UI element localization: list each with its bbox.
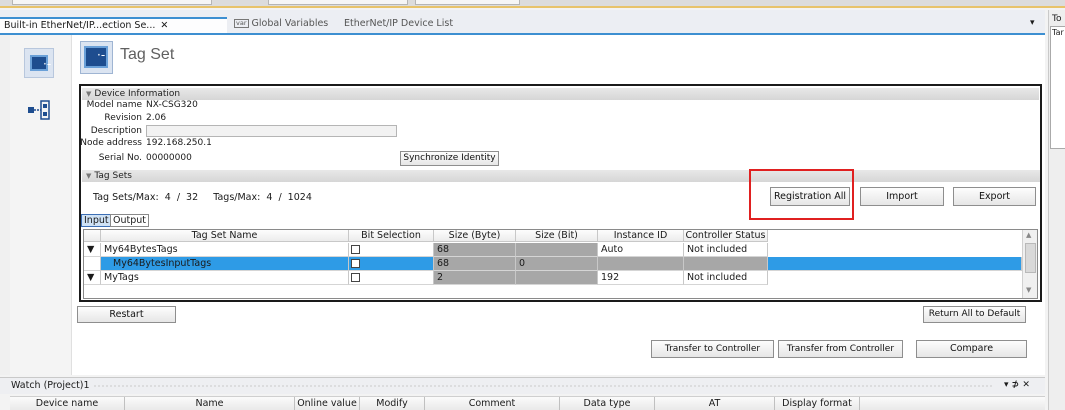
tag-set-nav-icon[interactable] [24, 48, 54, 78]
tag-set-name-cell[interactable]: My64BytesTags [101, 243, 349, 257]
tag-sets-header[interactable]: ▼ Tag Sets [82, 170, 1040, 182]
bit-selection-cell[interactable] [349, 257, 434, 271]
toolbar-segment [12, 0, 212, 5]
table-scrollbar[interactable]: ▲ ▼ [1022, 230, 1037, 298]
size-byte-cell: 2 [434, 271, 516, 285]
serial-value: 00000000 [146, 153, 192, 163]
collapse-icon: ▼ [86, 90, 92, 98]
right-pane-list[interactable]: Tar [1050, 26, 1065, 149]
node-address-label: Node address [80, 138, 142, 148]
scroll-down-icon[interactable]: ▼ [1026, 286, 1031, 294]
transfer-to-controller-button[interactable]: Transfer to Controller [651, 340, 774, 358]
toolbar-segment [415, 0, 520, 5]
compare-button[interactable]: Compare [916, 340, 1027, 358]
tab-builtin-ethernet-ip[interactable]: Built-in EtherNet/IP...ection Se... ✕ [0, 17, 227, 34]
bit-selection-checkbox[interactable] [351, 245, 360, 254]
row-fill [768, 257, 1022, 271]
transfer-from-controller-button[interactable]: Transfer from Controller [778, 340, 903, 358]
tab-input[interactable]: Input [81, 214, 112, 227]
controller-status-cell: Not included [684, 271, 768, 285]
expand-toggle[interactable]: ▼ [84, 271, 101, 285]
description-field[interactable] [146, 125, 397, 137]
column-header-tag-set-name[interactable]: Tag Set Name [101, 230, 349, 242]
watch-col-name[interactable]: Name [125, 397, 295, 410]
revision-value: 2.06 [146, 113, 167, 123]
connection-nav-icon[interactable] [24, 95, 54, 125]
tab-ethernet-ip-device-list[interactable]: EtherNet/IP Device List [340, 17, 457, 34]
right-pane-sub: Tar [1052, 28, 1064, 37]
tab-output[interactable]: Output [110, 214, 149, 227]
watch-col-online-value[interactable]: Online value [295, 397, 360, 410]
tag-sets-summary: Tag Sets/Max: 4 / 32 Tags/Max: 4 / 1024 [93, 192, 312, 203]
size-byte-cell: 68 [434, 243, 516, 257]
node-address-value: 192.168.250.1 [146, 138, 212, 148]
serial-label: Serial No. [98, 153, 142, 163]
instance-id-cell[interactable]: Auto [598, 243, 684, 257]
right-pane: To Tar [1048, 10, 1065, 410]
import-button[interactable]: Import [860, 187, 944, 206]
left-navigation [10, 35, 72, 375]
collapse-icon: ▼ [86, 172, 92, 180]
revision-label: Revision [104, 113, 142, 123]
watch-col-comment[interactable]: Comment [425, 397, 560, 410]
column-header-expander [84, 230, 101, 242]
bit-selection-cell[interactable] [349, 271, 434, 285]
highlight-box [749, 169, 854, 220]
model-name-label: Model name [86, 100, 142, 110]
restart-button[interactable]: Restart [77, 306, 176, 323]
column-header-controller-status[interactable]: Controller Status [684, 230, 768, 242]
tag-set-name-cell[interactable]: My64BytesInputTags [101, 257, 349, 271]
tab-menu-dropdown-icon[interactable]: ▾ [1030, 18, 1035, 28]
bit-selection-checkbox[interactable] [351, 259, 360, 268]
right-pane-title: To [1052, 14, 1062, 24]
bit-selection-checkbox[interactable] [351, 273, 360, 282]
size-bit-cell: 0 [516, 257, 598, 271]
watch-col-modify[interactable]: Modify [360, 397, 425, 410]
column-header-size-bit[interactable]: Size (Bit) [516, 230, 598, 242]
expand-toggle[interactable]: ▼ [84, 243, 101, 257]
connection-icon [28, 100, 50, 120]
size-bit-cell [516, 271, 598, 285]
controller-status-cell: Not included [684, 243, 768, 257]
export-button[interactable]: Export [953, 187, 1036, 206]
size-byte-cell: 68 [434, 257, 516, 271]
column-header-bit-selection[interactable]: Bit Selection [349, 230, 434, 242]
return-all-to-default-button[interactable]: Return All to Default [923, 306, 1026, 323]
tag-set-header-icon [80, 41, 113, 74]
left-edge-panel [0, 35, 10, 375]
scrollbar-thumb[interactable] [1025, 243, 1036, 273]
column-header-instance-id[interactable]: Instance ID [598, 230, 684, 242]
watch-col-device-name[interactable]: Device name [10, 397, 125, 410]
column-header-size-byte[interactable]: Size (Byte) [434, 230, 516, 242]
tag-set-table: Tag Set Name Bit Selection Size (Byte) S… [83, 229, 1038, 299]
watch-col-display-format[interactable]: Display format [775, 397, 860, 410]
scroll-up-icon[interactable]: ▲ [1026, 231, 1031, 239]
watch-column-headers: Device name Name Online value Modify Com… [10, 396, 1045, 410]
tag-set-icon [30, 55, 51, 71]
watch-col-at[interactable]: AT [655, 397, 775, 410]
watch-pane-controls[interactable]: ▾ ⊅ ✕ [1004, 380, 1030, 390]
instance-id-cell[interactable]: 192 [598, 271, 684, 285]
close-icon[interactable]: ✕ [160, 20, 168, 31]
top-toolbar-strip [0, 0, 1065, 8]
expand-toggle [84, 257, 101, 271]
var-icon: var [234, 19, 249, 28]
synchronize-identity-button[interactable]: Synchronize Identity [400, 151, 499, 166]
toolbar-segment [268, 0, 408, 5]
bit-selection-cell[interactable] [349, 243, 434, 257]
tag-set-name-cell[interactable]: MyTags [101, 271, 349, 285]
instance-id-cell [598, 257, 684, 271]
watch-drag-grip[interactable] [93, 384, 993, 388]
size-bit-cell [516, 243, 598, 257]
device-information-header[interactable]: ▼ Device Information [82, 88, 1039, 100]
watch-pane-title: Watch (Project)1 [11, 380, 90, 391]
description-label: Description [90, 126, 142, 136]
model-name-value: NX-CSG320 [146, 100, 198, 110]
tab-global-variables[interactable]: var Global Variables [230, 17, 332, 34]
page-title: Tag Set [120, 46, 175, 63]
watch-col-data-type[interactable]: Data type [560, 397, 655, 410]
controller-status-cell [684, 257, 768, 271]
